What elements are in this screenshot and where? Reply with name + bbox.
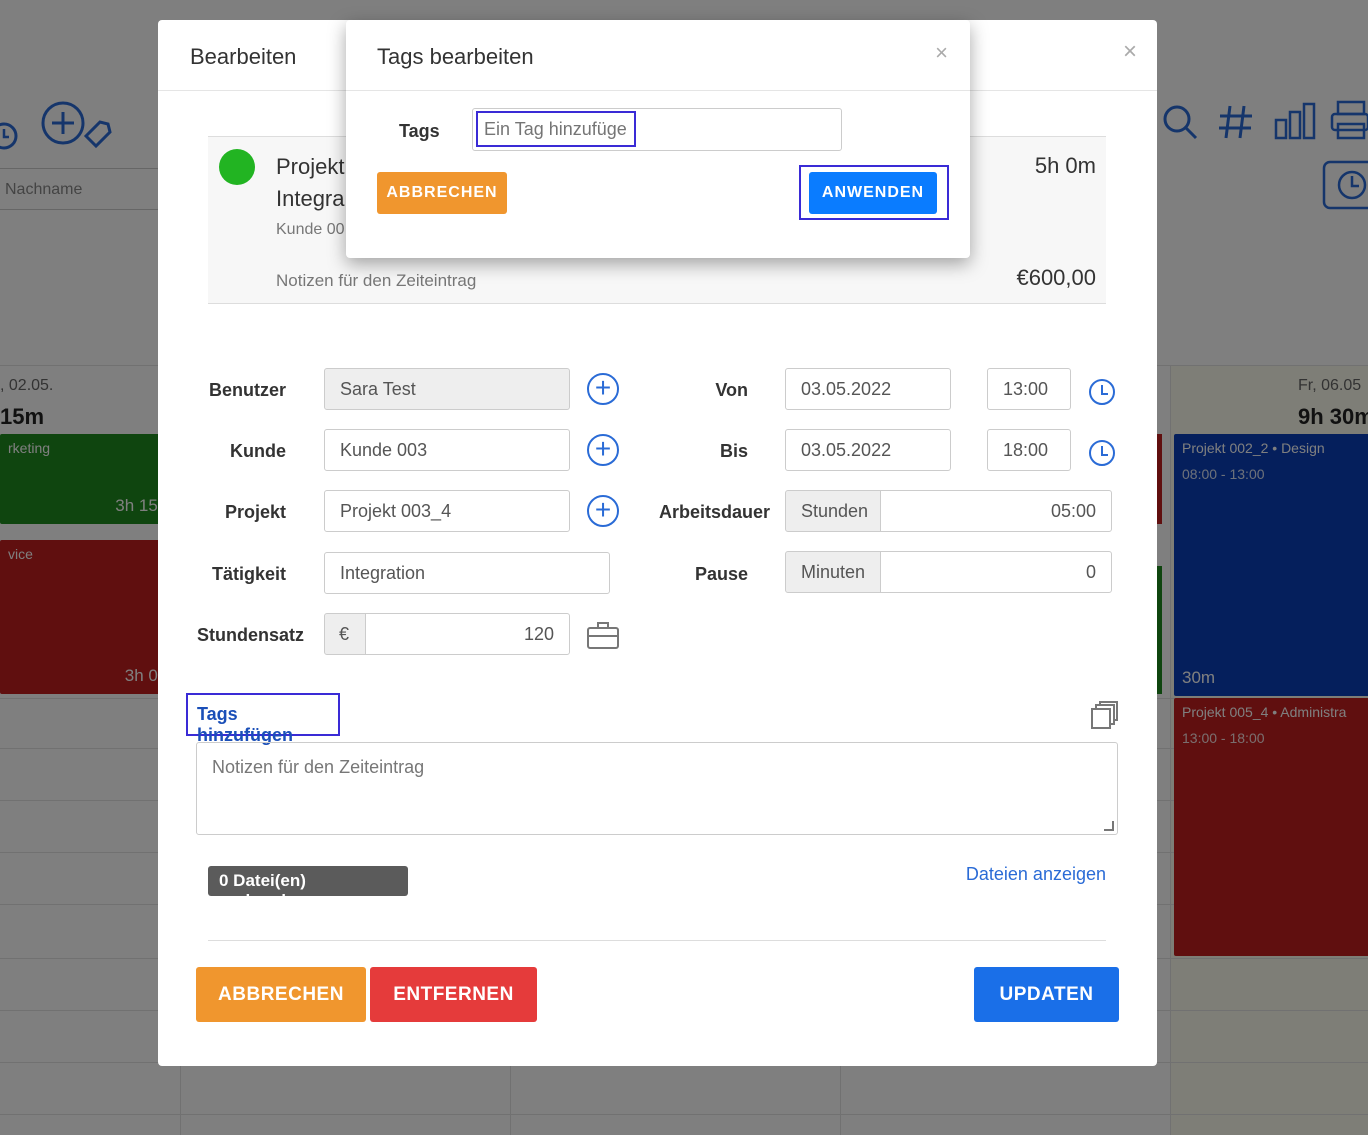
user-field[interactable]: Sara Test	[324, 368, 570, 410]
remove-button[interactable]: ENTFERNEN	[370, 967, 537, 1022]
close-icon[interactable]: ×	[935, 40, 948, 66]
pause-field[interactable]: 0	[880, 551, 1112, 593]
summary-note: Notizen für den Zeiteintrag	[276, 271, 477, 290]
tags-cancel-button[interactable]: ABBRECHEN	[377, 172, 507, 214]
user-label: Benutzer	[208, 380, 286, 400]
from-clock-icon[interactable]	[1089, 379, 1115, 405]
rate-label: Stundensatz	[196, 625, 304, 645]
client-label: Kunde	[230, 441, 286, 461]
notes-placeholder: Notizen für den Zeiteintrag	[212, 757, 425, 777]
activity-label: Tätigkeit	[211, 564, 286, 584]
pause-label: Pause	[694, 564, 748, 584]
activity-field[interactable]: Integration	[324, 552, 610, 594]
close-icon[interactable]: ×	[1123, 38, 1137, 66]
files-count-badge: 0 Datei(en) vorhanden	[208, 866, 408, 910]
from-label: Von	[715, 380, 748, 400]
modal-title: Bearbeiten	[190, 44, 297, 69]
cancel-button[interactable]: ABBRECHEN	[196, 967, 366, 1022]
tags-modal-title: Tags bearbeiten	[346, 20, 970, 91]
show-files-link[interactable]: Dateien anzeigen	[966, 864, 1106, 885]
apply-button[interactable]: ANWENDEN	[809, 172, 937, 214]
work-duration-label: Arbeitsdauer	[658, 502, 770, 522]
copy-icon[interactable]	[1090, 700, 1118, 730]
summary-amount: €600,00	[1016, 265, 1096, 290]
edit-tags-modal: Tags bearbeiten × Tags ABBRECHEN ANWENDE…	[346, 20, 970, 258]
to-time-field[interactable]: 18:00	[987, 429, 1071, 471]
to-clock-icon[interactable]	[1089, 440, 1115, 466]
summary-project-name: Projekt	[276, 154, 345, 179]
briefcase-icon[interactable]	[586, 620, 620, 650]
from-time-field[interactable]: 13:00	[987, 368, 1071, 410]
summary-activity: Integra	[276, 186, 345, 211]
hours-addon: Stunden	[785, 490, 881, 532]
notes-textarea[interactable]: Notizen für den Zeiteintrag	[196, 742, 1118, 835]
tags-input-container[interactable]	[472, 108, 842, 151]
tag-input[interactable]	[476, 111, 636, 147]
client-field[interactable]: Kunde 003	[324, 429, 570, 471]
from-date-field[interactable]: 03.05.2022	[785, 368, 951, 410]
project-label: Projekt	[224, 502, 286, 522]
minutes-addon: Minuten	[785, 551, 881, 593]
rate-field[interactable]: 120	[365, 613, 570, 655]
divider	[208, 940, 1106, 941]
status-dot	[219, 149, 255, 185]
add-tags-link[interactable]: Tags hinzufügen	[186, 693, 340, 745]
add-project-icon[interactable]: +	[587, 495, 619, 527]
project-field[interactable]: Projekt 003_4	[324, 490, 570, 532]
to-label: Bis	[719, 441, 748, 461]
to-date-field[interactable]: 03.05.2022	[785, 429, 951, 471]
summary-client: Kunde 00	[276, 221, 345, 238]
work-duration-field[interactable]: 05:00	[880, 490, 1112, 532]
resize-handle-icon[interactable]	[1104, 821, 1114, 831]
currency-addon: €	[324, 613, 366, 655]
summary-duration: 5h 0m	[1034, 153, 1096, 178]
update-button[interactable]: UPDATEN	[974, 967, 1119, 1022]
tags-label: Tags	[399, 121, 440, 141]
add-client-icon[interactable]: +	[587, 434, 619, 466]
add-user-icon[interactable]: +	[587, 373, 619, 405]
